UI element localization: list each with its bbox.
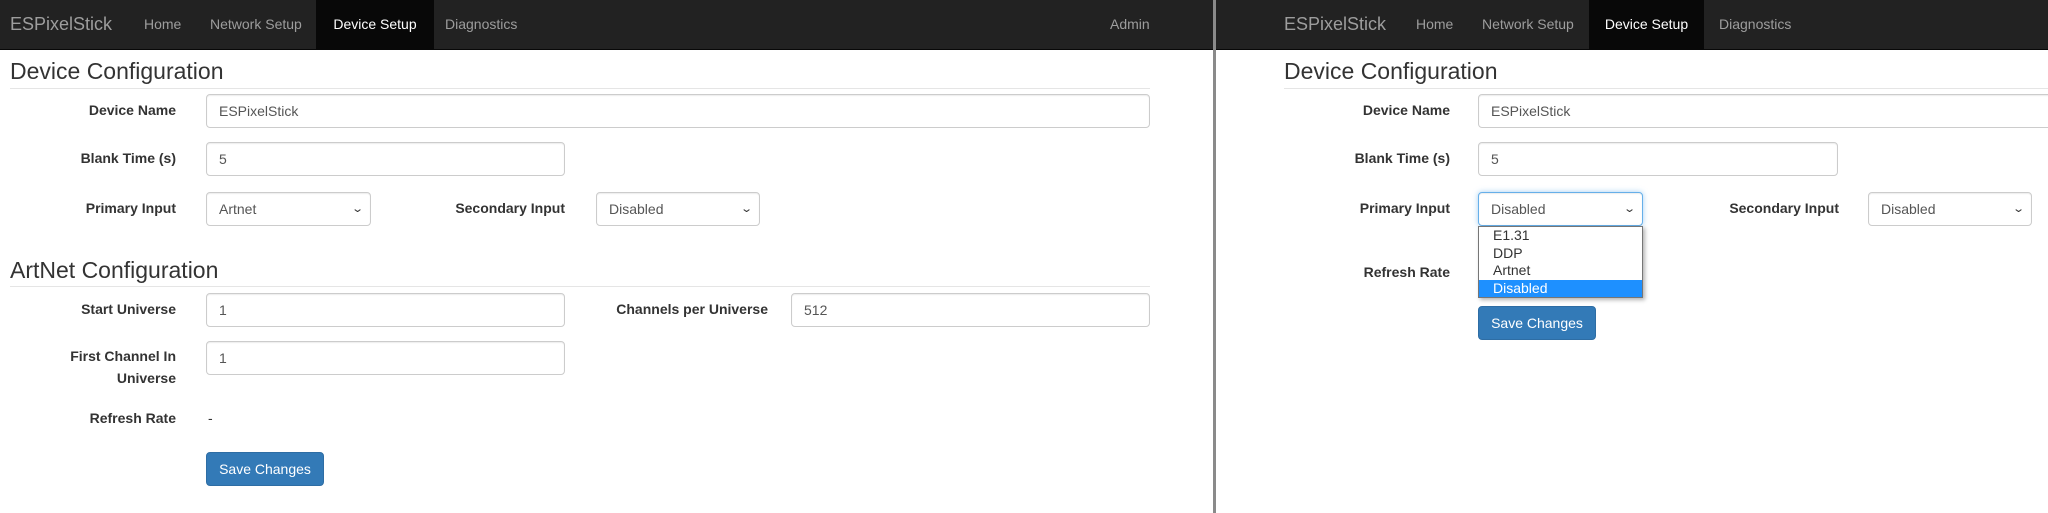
option-e131[interactable]: E1.31: [1479, 227, 1642, 245]
device-name-label: Device Name: [1362, 102, 1450, 118]
secondary-input-value: Disabled: [609, 201, 664, 217]
primary-input-dropdown: E1.31 DDP Artnet Disabled: [1478, 226, 1643, 298]
secondary-input-label: Secondary Input: [1729, 200, 1839, 216]
option-artnet[interactable]: Artnet: [1479, 262, 1642, 280]
divider: [10, 286, 1150, 287]
primary-input-select[interactable]: Artnet ⌄: [206, 192, 371, 226]
chevron-down-icon: ⌄: [739, 203, 753, 215]
device-name-input[interactable]: ESPixelStick: [1478, 94, 2048, 128]
device-config-heading: Device Configuration: [1284, 58, 1498, 84]
right-browser-pane: ESPixelStick Home Network Setup Device S…: [1216, 0, 2048, 513]
start-universe-input[interactable]: 1: [206, 293, 565, 327]
chevron-down-icon: ⌄: [2011, 203, 2025, 215]
option-ddp[interactable]: DDP: [1479, 245, 1642, 263]
chevron-down-icon: ⌄: [350, 203, 364, 215]
primary-input-label: Primary Input: [1359, 200, 1450, 216]
first-channel-label-line2: Universe: [116, 370, 176, 386]
save-changes-button[interactable]: Save Changes: [1478, 306, 1596, 340]
nav-device-setup[interactable]: Device Setup: [1589, 0, 1704, 49]
nav-device-setup[interactable]: Device Setup: [316, 0, 434, 49]
secondary-input-label: Secondary Input: [455, 200, 565, 216]
chevron-down-icon: ⌄: [1622, 203, 1636, 215]
divider: [1284, 88, 2048, 89]
start-universe-label: Start Universe: [81, 301, 176, 317]
primary-input-value: Disabled: [1491, 201, 1546, 217]
artnet-config-heading: ArtNet Configuration: [10, 257, 219, 283]
blank-time-label: Blank Time (s): [80, 150, 176, 166]
refresh-rate-label: Refresh Rate: [1363, 264, 1450, 280]
first-channel-label-line1: First Channel In: [70, 348, 176, 364]
nav-network-setup[interactable]: Network Setup: [210, 0, 302, 49]
navbar: ESPixelStick Home Network Setup Device S…: [0, 0, 1213, 50]
save-changes-button[interactable]: Save Changes: [206, 452, 324, 486]
option-disabled[interactable]: Disabled: [1479, 279, 1642, 297]
channels-per-universe-label: Channels per Universe: [616, 301, 768, 317]
nav-home[interactable]: Home: [1416, 0, 1453, 49]
left-browser-pane: ESPixelStick Home Network Setup Device S…: [0, 0, 1213, 513]
primary-input-label: Primary Input: [85, 200, 176, 216]
blank-time-input[interactable]: 5: [1478, 142, 1838, 176]
blank-time-input[interactable]: 5: [206, 142, 565, 176]
navbar: ESPixelStick Home Network Setup Device S…: [1216, 0, 2048, 50]
first-channel-input[interactable]: 1: [206, 341, 565, 375]
divider: [10, 88, 1150, 89]
refresh-rate-value: -: [208, 410, 213, 426]
refresh-rate-label: Refresh Rate: [89, 410, 176, 426]
primary-input-value: Artnet: [219, 201, 257, 217]
brand-link[interactable]: ESPixelStick: [1284, 0, 1386, 49]
secondary-input-value: Disabled: [1881, 201, 1936, 217]
device-name-input[interactable]: ESPixelStick: [206, 94, 1150, 128]
nav-diagnostics[interactable]: Diagnostics: [1719, 0, 1791, 49]
secondary-input-select[interactable]: Disabled ⌄: [596, 192, 760, 226]
nav-admin[interactable]: Admin: [1110, 0, 1150, 49]
primary-input-select[interactable]: Disabled ⌄: [1478, 192, 1643, 226]
nav-diagnostics[interactable]: Diagnostics: [445, 0, 517, 49]
blank-time-label: Blank Time (s): [1354, 150, 1450, 166]
device-config-heading: Device Configuration: [10, 58, 224, 84]
device-name-label: Device Name: [88, 102, 176, 118]
secondary-input-select[interactable]: Disabled ⌄: [1868, 192, 2032, 226]
nav-network-setup[interactable]: Network Setup: [1482, 0, 1574, 49]
nav-home[interactable]: Home: [144, 0, 181, 49]
brand-link[interactable]: ESPixelStick: [10, 0, 112, 49]
channels-per-universe-input[interactable]: 512: [791, 293, 1150, 327]
